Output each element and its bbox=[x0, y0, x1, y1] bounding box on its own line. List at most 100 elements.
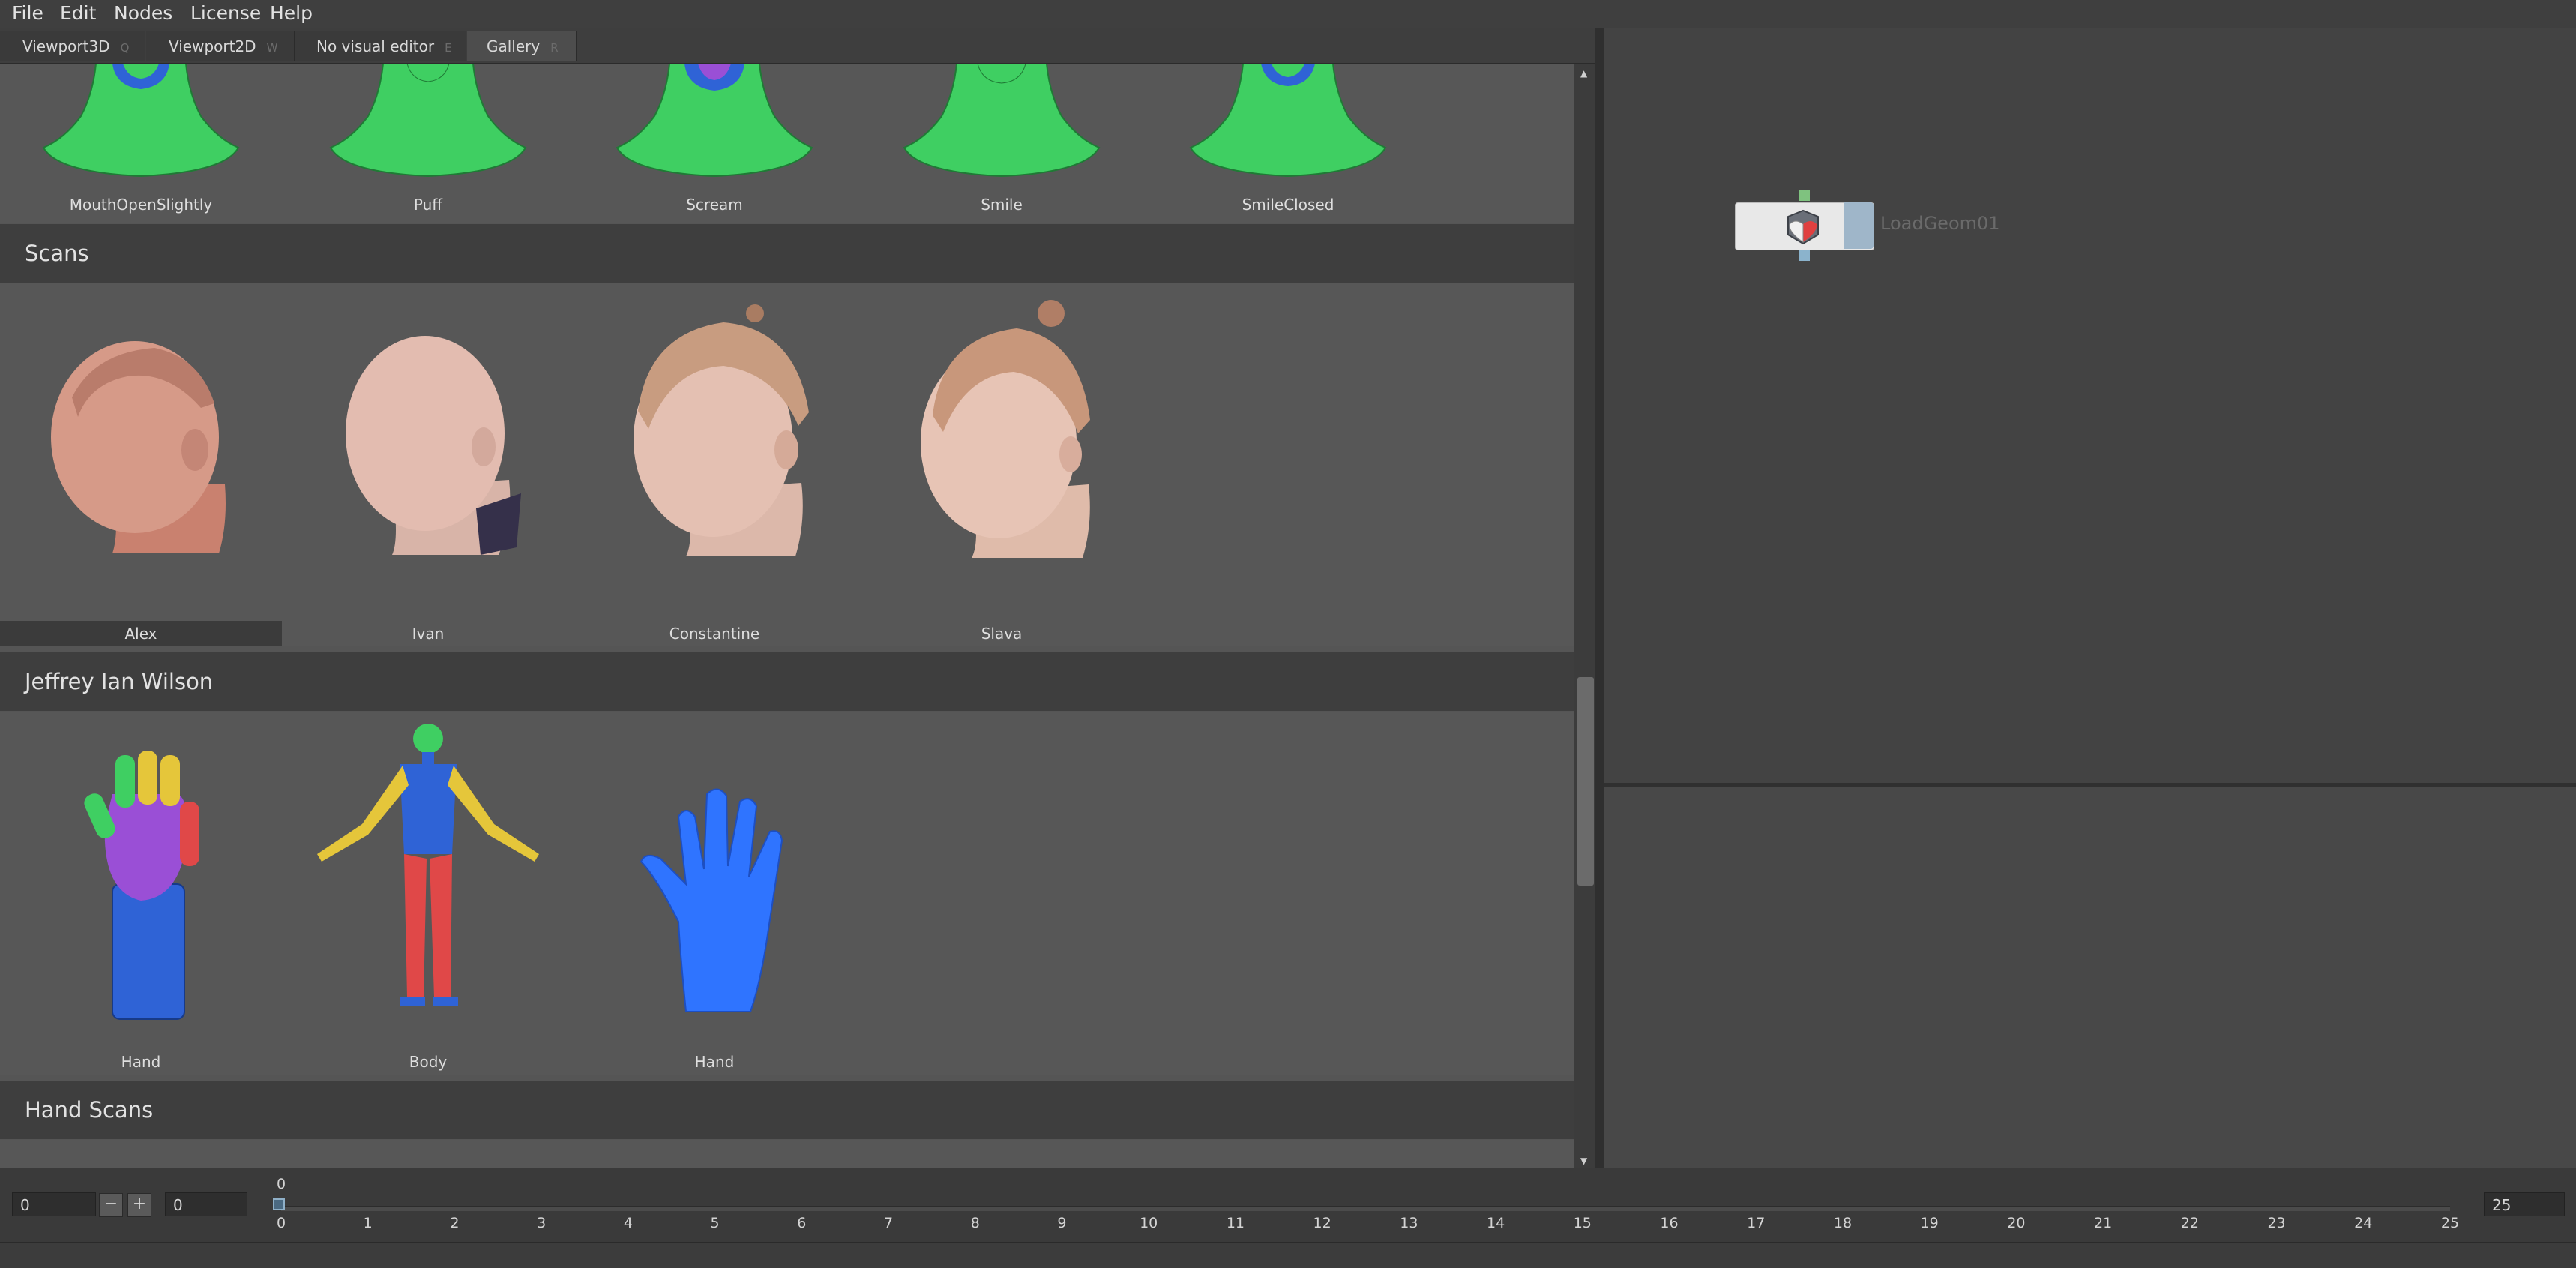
timeline-tick-label: 7 bbox=[883, 1215, 894, 1231]
gallery-item-label: MouthOpenSlightly bbox=[69, 196, 213, 214]
timeline-tick-label: 25 bbox=[2440, 1215, 2460, 1231]
gallery-item-label: Ivan bbox=[412, 625, 445, 643]
tab-label: Viewport3D bbox=[22, 37, 110, 55]
increment-button[interactable]: + bbox=[127, 1193, 151, 1217]
mesh-thumbnail bbox=[42, 64, 240, 178]
gallery-row-jeffrey: Hand Body Hand bbox=[0, 712, 1574, 1075]
tab-label: Viewport2D bbox=[169, 37, 256, 55]
menu-file[interactable]: File bbox=[12, 0, 43, 28]
gallery-item[interactable]: MouthOpenSlightly bbox=[0, 64, 282, 223]
section-title: Scans bbox=[25, 241, 89, 266]
node-graph-editor[interactable]: LoadGeom01 bbox=[1604, 28, 2576, 783]
gallery-item-body-mesh[interactable]: Body bbox=[287, 712, 569, 1075]
gallery-item-label: Constantine bbox=[669, 625, 760, 643]
end-frame-field[interactable]: 25 bbox=[2484, 1192, 2565, 1216]
section-title: Hand Scans bbox=[25, 1097, 154, 1123]
gallery-scrollbar[interactable]: ▲ ▼ bbox=[1574, 64, 1595, 1168]
tab-viewport3d[interactable]: Viewport3D Q bbox=[0, 31, 145, 61]
menu-help[interactable]: Help bbox=[270, 0, 313, 28]
gallery-item[interactable]: Scream bbox=[574, 64, 855, 223]
timeline-tick-label: 14 bbox=[1486, 1215, 1505, 1231]
tab-bar: Viewport3D Q Viewport2D W No visual editor… bbox=[0, 28, 1595, 64]
gallery-item-label: Alex bbox=[0, 621, 282, 646]
gallery-item-label: Scream bbox=[686, 196, 743, 214]
tab-no-visual-editor[interactable]: No visual editor E bbox=[295, 31, 466, 61]
menu-license[interactable]: License bbox=[190, 0, 261, 28]
head-scan-thumbnail bbox=[346, 336, 521, 555]
scroll-up-arrow-icon[interactable]: ▲ bbox=[1580, 68, 1587, 79]
gallery-section-header[interactable]: Jeffrey Ian Wilson bbox=[0, 652, 1574, 711]
head-scan-thumbnail bbox=[51, 341, 226, 553]
tab-label: No visual editor bbox=[316, 37, 435, 55]
gallery-row-scans: Alex Ivan Constantine Slava bbox=[0, 283, 1574, 646]
timeline-tick-label: 9 bbox=[1057, 1215, 1067, 1231]
timeline-tick-label: 16 bbox=[1660, 1215, 1679, 1231]
timeline-ruler[interactable] bbox=[281, 1206, 2450, 1211]
gallery-item-hand-solid[interactable]: Hand bbox=[574, 712, 855, 1075]
gallery-item-label: Slava bbox=[981, 625, 1023, 643]
timeline-tick-label: 12 bbox=[1313, 1215, 1331, 1231]
node-label: LoadGeom01 bbox=[1880, 213, 2000, 234]
tab-hotkey: Q bbox=[120, 41, 130, 55]
decrement-button[interactable]: − bbox=[99, 1193, 123, 1217]
gallery-row-hand-scans bbox=[0, 1140, 1574, 1168]
timeline-tick-label: 21 bbox=[2094, 1215, 2113, 1231]
gallery-section-header[interactable]: Hand Scans bbox=[0, 1081, 1574, 1139]
section-title: Jeffrey Ian Wilson bbox=[25, 669, 214, 694]
gallery-item-label: Puff bbox=[413, 196, 443, 214]
menu-bar: File Edit Nodes License Help bbox=[0, 0, 2576, 28]
timeline-tick-label: 11 bbox=[1226, 1215, 1245, 1231]
timeline-tick-label: 2 bbox=[450, 1215, 460, 1231]
scroll-down-arrow-icon[interactable]: ▼ bbox=[1580, 1156, 1587, 1166]
gallery-item-label: Hand bbox=[121, 1053, 161, 1071]
pane-splitter[interactable] bbox=[1595, 28, 1604, 1168]
gallery-item-ivan[interactable]: Ivan bbox=[287, 283, 569, 646]
scroll-thumb[interactable] bbox=[1577, 677, 1594, 886]
timeline: 0 − + 0 0 0 1 2 3 4 5 6 7 8 9 10 11 12 13 14 15 16 17 18 19… bbox=[0, 1168, 2576, 1242]
bottom-right-panel bbox=[1604, 787, 2576, 1168]
tab-hotkey: E bbox=[445, 41, 452, 55]
timeline-tick-label: 0 bbox=[276, 1215, 286, 1231]
tab-viewport2d[interactable]: Viewport2D W bbox=[146, 31, 295, 61]
gallery-item-label: Hand bbox=[694, 1053, 735, 1071]
head-scan-thumbnail bbox=[634, 304, 809, 556]
timeline-tick-label: 4 bbox=[623, 1215, 633, 1231]
gallery-item[interactable]: Puff bbox=[287, 64, 569, 223]
node-output-port[interactable] bbox=[1799, 250, 1810, 261]
gallery-item-label: SmileClosed bbox=[1242, 196, 1334, 214]
timeline-tick-label: 20 bbox=[2007, 1215, 2026, 1231]
gallery-item-label: Body bbox=[409, 1053, 448, 1071]
mesh-thumbnail bbox=[1189, 64, 1387, 178]
timeline-tick-label: 17 bbox=[1747, 1215, 1766, 1231]
timeline-tick-label: 8 bbox=[970, 1215, 980, 1231]
gallery-item[interactable]: Smile bbox=[861, 64, 1143, 223]
timeline-tick-label: 3 bbox=[537, 1215, 547, 1231]
node-input-port[interactable] bbox=[1799, 190, 1810, 201]
gallery-item-hand-mesh[interactable]: Hand bbox=[0, 712, 282, 1075]
gallery-item-alex[interactable]: Alex bbox=[0, 283, 282, 646]
playhead-handle[interactable] bbox=[273, 1198, 285, 1210]
node-output-block[interactable] bbox=[1844, 202, 1874, 249]
timeline-tick-label: 13 bbox=[1400, 1215, 1418, 1231]
timeline-tick-label: 1 bbox=[363, 1215, 373, 1231]
gallery-section-header[interactable]: Scans bbox=[0, 224, 1574, 283]
gallery-item-constantine[interactable]: Constantine bbox=[574, 283, 855, 646]
hand-mesh-thumbnail bbox=[84, 751, 199, 1020]
tab-hotkey: W bbox=[266, 41, 278, 55]
mesh-thumbnail bbox=[903, 64, 1101, 178]
current-frame-label: 0 bbox=[276, 1176, 286, 1192]
range-start-field[interactable]: 0 bbox=[165, 1192, 247, 1216]
tab-gallery[interactable]: Gallery R bbox=[467, 31, 577, 61]
timeline-tick-label: 10 bbox=[1140, 1215, 1158, 1231]
mesh-thumbnail bbox=[616, 64, 813, 178]
menu-edit[interactable]: Edit bbox=[60, 0, 96, 28]
menu-nodes[interactable]: Nodes bbox=[114, 0, 172, 28]
start-frame-field[interactable]: 0 bbox=[12, 1192, 96, 1216]
left-pane: Viewport3D Q Viewport2D W No visual editor… bbox=[0, 28, 1595, 1168]
hand-solid-thumbnail bbox=[640, 788, 783, 1012]
timeline-tick-label: 22 bbox=[2180, 1215, 2199, 1231]
timeline-tick-label: 24 bbox=[2354, 1215, 2373, 1231]
gallery-item[interactable]: SmileClosed bbox=[1147, 64, 1429, 223]
gallery-item-slava[interactable]: Slava bbox=[861, 283, 1143, 646]
timeline-tick-label: 15 bbox=[1573, 1215, 1592, 1231]
